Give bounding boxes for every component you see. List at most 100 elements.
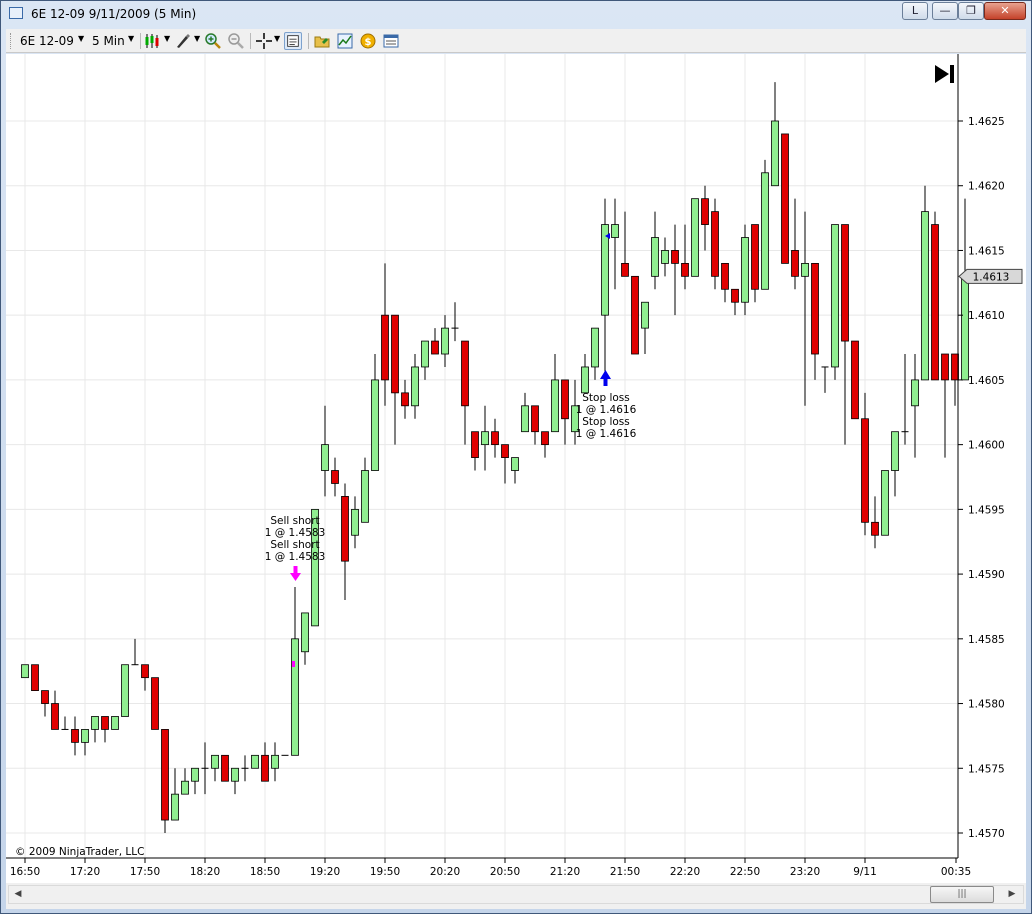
candle[interactable] — [791, 198, 799, 290]
candle[interactable] — [671, 224, 679, 316]
properties-icon[interactable] — [382, 32, 400, 50]
candle[interactable] — [501, 444, 509, 484]
indicators-icon[interactable] — [336, 32, 354, 50]
candle[interactable] — [221, 754, 229, 782]
candle[interactable] — [391, 314, 399, 445]
candle[interactable] — [651, 211, 659, 290]
candle[interactable] — [731, 288, 739, 316]
horizontal-scrollbar[interactable]: ◀ ||| ▶ — [6, 883, 1026, 909]
candle[interactable] — [851, 340, 859, 420]
bar-type-icon[interactable] — [144, 32, 162, 50]
candle[interactable] — [941, 353, 949, 458]
candle[interactable] — [181, 768, 189, 795]
candle[interactable] — [441, 315, 449, 367]
candle[interactable] — [531, 405, 539, 445]
candle[interactable] — [161, 729, 169, 833]
candle[interactable] — [521, 392, 529, 433]
chart-panel[interactable]: Sell short 1 @ 1.4583 Sell short 1 @ 1.4… — [6, 54, 1026, 884]
candle[interactable] — [171, 768, 179, 821]
candle[interactable] — [641, 301, 649, 355]
candle[interactable] — [91, 716, 99, 743]
candle[interactable] — [781, 133, 789, 264]
candle[interactable] — [21, 664, 29, 679]
candle[interactable] — [451, 302, 459, 342]
scrollbar-thumb[interactable]: ||| — [930, 886, 994, 903]
candle[interactable] — [371, 354, 379, 471]
candle[interactable] — [321, 405, 329, 497]
candle[interactable] — [251, 754, 259, 769]
candle[interactable] — [211, 754, 219, 782]
candle[interactable] — [301, 612, 309, 665]
candle[interactable] — [121, 664, 129, 717]
candle[interactable] — [431, 328, 439, 355]
candle[interactable] — [201, 742, 209, 795]
candle[interactable] — [661, 237, 669, 277]
candle[interactable] — [141, 664, 149, 691]
candle[interactable] — [831, 224, 839, 380]
scroll-left-icon[interactable]: ◀ — [10, 885, 26, 904]
candle[interactable] — [421, 340, 429, 380]
interval-selector[interactable]: 5 Min — [92, 34, 125, 48]
candle[interactable] — [901, 354, 909, 445]
candle[interactable] — [381, 263, 389, 406]
toolbar-grip[interactable] — [10, 33, 14, 49]
candle[interactable] — [881, 470, 889, 536]
candle[interactable] — [331, 457, 339, 497]
candle[interactable] — [111, 716, 119, 730]
draw-icon[interactable] — [174, 32, 192, 50]
candle[interactable] — [471, 431, 479, 471]
candle[interactable] — [771, 82, 779, 187]
candle[interactable] — [151, 677, 159, 730]
candle[interactable] — [911, 354, 919, 458]
candle[interactable] — [921, 185, 929, 381]
data-box-icon[interactable] — [284, 32, 302, 50]
candle[interactable] — [541, 431, 549, 458]
candle[interactable] — [961, 198, 969, 381]
candle[interactable] — [81, 729, 89, 756]
candle[interactable] — [611, 198, 619, 290]
candle[interactable] — [511, 457, 519, 484]
candle[interactable] — [51, 690, 59, 730]
candle[interactable] — [681, 224, 689, 290]
candle[interactable] — [811, 262, 819, 380]
instrument-selector[interactable]: 6E 12-09 — [20, 34, 74, 48]
candle[interactable] — [401, 379, 409, 419]
interval-dropdown-icon[interactable]: ▼ — [128, 34, 134, 43]
crosshair-icon[interactable] — [255, 32, 273, 50]
zoom-out-icon[interactable] — [227, 32, 245, 50]
bar-type-dropdown-icon[interactable]: ▼ — [164, 34, 170, 43]
candle[interactable] — [231, 767, 239, 795]
crosshair-dropdown-icon[interactable]: ▼ — [274, 34, 280, 43]
candle[interactable] — [601, 198, 609, 380]
candle[interactable] — [71, 716, 79, 756]
candle[interactable] — [591, 327, 599, 380]
close-button[interactable]: ✕ — [984, 2, 1026, 20]
price-chart[interactable]: Sell short 1 @ 1.4583 Sell short 1 @ 1.4… — [6, 54, 1026, 884]
candle[interactable] — [351, 496, 359, 549]
title-bar[interactable]: 6E 12-09 9/11/2009 (5 Min) L — ❐ ✕ — [1, 1, 1031, 27]
candle[interactable] — [61, 716, 69, 730]
candle[interactable] — [101, 716, 109, 743]
candle[interactable] — [551, 354, 559, 433]
candle[interactable] — [951, 353, 959, 406]
candle[interactable] — [561, 379, 569, 445]
candle[interactable] — [741, 224, 749, 316]
candle[interactable] — [271, 742, 279, 782]
candle[interactable] — [481, 405, 489, 471]
candle[interactable] — [31, 664, 39, 692]
restore-button[interactable]: ❐ — [958, 2, 984, 20]
candle[interactable] — [711, 198, 719, 290]
candle[interactable] — [801, 211, 809, 406]
templates-icon[interactable] — [313, 32, 331, 50]
candle[interactable] — [341, 483, 349, 600]
candle[interactable] — [751, 224, 759, 303]
candle[interactable] — [41, 690, 49, 717]
candle[interactable] — [891, 431, 899, 497]
candle[interactable] — [861, 392, 869, 536]
candle[interactable] — [631, 275, 639, 355]
strategies-icon[interactable]: $ — [359, 32, 377, 50]
draw-dropdown-icon[interactable]: ▼ — [194, 34, 200, 43]
instrument-dropdown-icon[interactable]: ▼ — [78, 34, 84, 43]
candle[interactable] — [871, 496, 879, 549]
go-to-end-icon[interactable] — [935, 65, 954, 83]
